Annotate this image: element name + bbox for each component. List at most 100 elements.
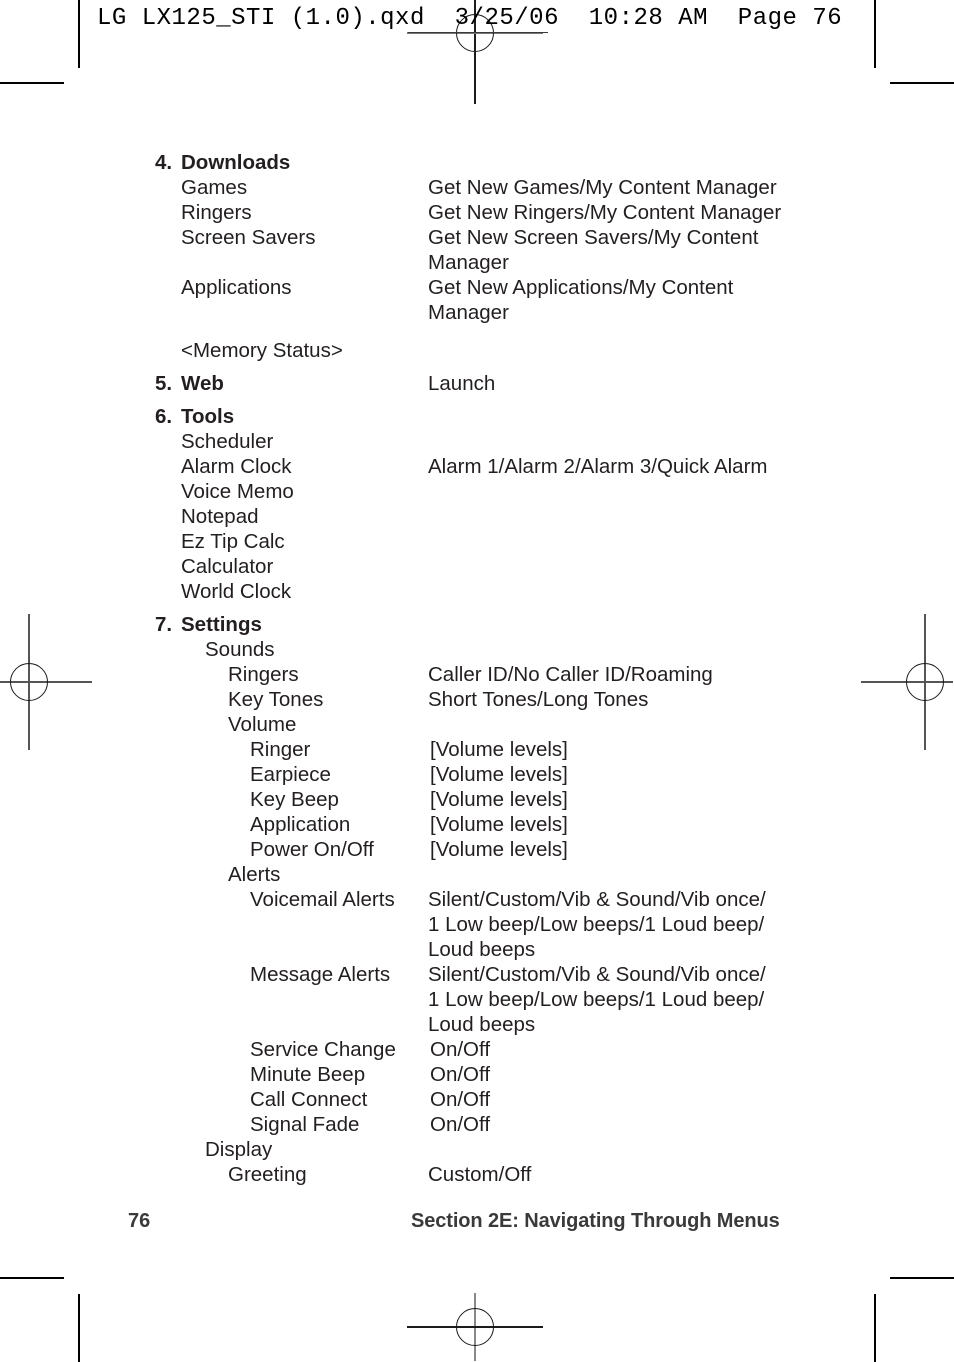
footer-page-number: 76 — [128, 1210, 151, 1232]
menu-row: Scheduler — [0, 429, 954, 454]
menu-item-options: [Volume levels] — [430, 838, 568, 861]
section-title: Tools — [181, 405, 235, 428]
menu-row: Ringer [Volume levels] — [0, 737, 954, 762]
menu-item-label: Voice Memo — [181, 480, 294, 503]
menu-item-label: Key Tones — [228, 688, 324, 711]
menu-row: Alerts — [0, 862, 954, 887]
menu-row: 1 Low beep/Low beeps/1 Loud beep/ — [0, 987, 954, 1012]
menu-item-label: Earpiece — [250, 763, 331, 786]
crop-mark-top-left-horizontal — [0, 82, 64, 84]
menu-item-options: Custom/Off — [428, 1163, 532, 1186]
crop-mark-bottom-right-vertical — [874, 1294, 876, 1362]
header-rule — [408, 32, 548, 33]
menu-item-label: Sounds — [205, 638, 275, 661]
menu-item-options: Short Tones/Long Tones — [428, 688, 649, 711]
crop-mark-top-left-vertical — [78, 0, 80, 68]
menu-section-heading: 7. Settings — [0, 612, 954, 637]
menu-row: Signal Fade On/Off — [0, 1112, 954, 1137]
menu-item-options: 1 Low beep/Low beeps/1 Loud beep/ — [428, 913, 765, 936]
footer-section-title: Section 2E: Navigating Through Menus — [411, 1210, 780, 1232]
menu-item-options: Get New Applications/My Content — [428, 276, 734, 299]
menu-row: Sounds — [0, 637, 954, 662]
menu-row: Voicemail Alerts Silent/Custom/Vib & Soun… — [0, 887, 954, 912]
menu-item-label: Power On/Off — [250, 838, 374, 861]
menu-item-label: Calculator — [181, 555, 274, 578]
menu-item-options: Silent/Custom/Vib & Sound/Vib once/ — [428, 888, 766, 911]
print-header-text: LG LX125_STI (1.0).qxd 3/25/06 10:28 AM … — [97, 5, 843, 32]
menu-item-options: Alarm 1/Alarm 2/Alarm 3/Quick Alarm — [428, 455, 768, 478]
menu-row: Message Alerts Silent/Custom/Vib & Sound/… — [0, 962, 954, 987]
page-footer: 76 Section 2E: Navigating Through Menus — [0, 1210, 954, 1240]
menu-row: 1 Low beep/Low beeps/1 Loud beep/ — [0, 912, 954, 937]
menu-row: Display — [0, 1137, 954, 1162]
menu-item-options: Loud beeps — [428, 938, 536, 961]
menu-row: Key Tones Short Tones/Long Tones — [0, 687, 954, 712]
crop-mark-bottom-left-vertical — [78, 1294, 80, 1362]
menu-row: Loud beeps — [0, 1012, 954, 1037]
menu-row: Volume — [0, 712, 954, 737]
menu-item-label: Ringers — [228, 663, 299, 686]
menu-item-label: Voicemail Alerts — [250, 888, 395, 911]
crop-mark-bottom-right-horizontal — [890, 1277, 954, 1279]
menu-outline: 4. Downloads Games Get New Games/My Content… — [0, 150, 954, 1187]
menu-item-label: Greeting — [228, 1163, 307, 1186]
menu-row: <Memory Status> — [0, 338, 954, 363]
menu-item-label: Ringers — [181, 201, 252, 224]
menu-item-options: [Volume levels] — [430, 738, 568, 761]
menu-row: Alarm Clock Alarm 1/Alarm 2/Alarm 3/Quick… — [0, 454, 954, 479]
menu-item-label: Key Beep — [250, 788, 339, 811]
menu-item-options: Manager — [428, 251, 509, 274]
menu-item-label: Service Change — [250, 1038, 396, 1061]
menu-section-heading: 5. Web Launch — [0, 371, 954, 396]
menu-item-options: Loud beeps — [428, 1013, 536, 1036]
menu-row: Notepad — [0, 504, 954, 529]
menu-row: Applications Get New Applications/My Cont… — [0, 275, 954, 300]
menu-item-label: Alarm Clock — [181, 455, 292, 478]
menu-item-label: Applications — [181, 276, 292, 299]
menu-item-label: Notepad — [181, 505, 259, 528]
menu-item-label: Volume — [228, 713, 297, 736]
manual-page: LG LX125_STI (1.0).qxd 3/25/06 10:28 AM … — [0, 0, 954, 1362]
menu-item-options: On/Off — [430, 1038, 491, 1061]
menu-item-label: Alerts — [228, 863, 281, 886]
menu-item-label: Scheduler — [181, 430, 274, 453]
menu-item-options: On/Off — [430, 1113, 491, 1136]
menu-row: Manager — [0, 300, 954, 325]
section-title: Settings — [181, 613, 262, 636]
menu-item-label: Minute Beep — [250, 1063, 366, 1086]
menu-item-options: Get New Screen Savers/My Content — [428, 226, 759, 249]
menu-item-label: Games — [181, 176, 248, 199]
menu-row: Application [Volume levels] — [0, 812, 954, 837]
menu-item-label: Application — [250, 813, 351, 836]
menu-item-options: Silent/Custom/Vib & Sound/Vib once/ — [428, 963, 766, 986]
menu-row: Ez Tip Calc — [0, 529, 954, 554]
menu-item-label: Call Connect — [250, 1088, 368, 1111]
crop-mark-top-right-horizontal — [890, 82, 954, 84]
menu-row: Call Connect On/Off — [0, 1087, 954, 1112]
menu-item-options: Caller ID/No Caller ID/Roaming — [428, 663, 713, 686]
menu-row: Screen Savers Get New Screen Savers/My Co… — [0, 225, 954, 250]
menu-item-label: Ringer — [250, 738, 311, 761]
menu-item-label: Ez Tip Calc — [181, 530, 285, 553]
menu-item-options: On/Off — [430, 1088, 491, 1111]
menu-item-label: Message Alerts — [250, 963, 391, 986]
section-number: 6. — [155, 405, 173, 428]
menu-row: Calculator — [0, 554, 954, 579]
menu-row: Power On/Off [Volume levels] — [0, 837, 954, 862]
menu-row: Earpiece [Volume levels] — [0, 762, 954, 787]
menu-item-label: Display — [205, 1138, 273, 1161]
menu-item-options: Manager — [428, 301, 509, 324]
menu-row: Loud beeps — [0, 937, 954, 962]
menu-item-label: Signal Fade — [250, 1113, 360, 1136]
crop-mark-top-right-vertical — [874, 0, 876, 68]
menu-row: Minute Beep On/Off — [0, 1062, 954, 1087]
menu-item-options: [Volume levels] — [430, 788, 568, 811]
section-title: Downloads — [181, 151, 291, 174]
row-spacer — [0, 325, 954, 338]
menu-item-label: World Clock — [181, 580, 292, 603]
menu-row: Games Get New Games/My Content Manager — [0, 175, 954, 200]
menu-section-heading: 4. Downloads — [0, 150, 954, 175]
